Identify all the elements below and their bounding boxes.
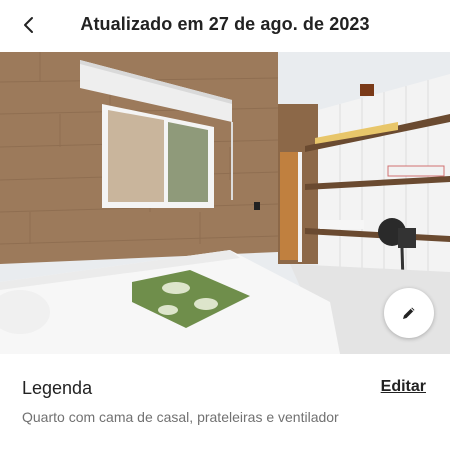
caption-section: Legenda Editar Quarto com cama de casal,…: [22, 378, 426, 425]
bedroom-photo[interactable]: [0, 52, 450, 354]
edit-caption-link[interactable]: Editar: [381, 378, 426, 396]
caption-heading: Legenda: [22, 378, 93, 398]
top-bar: Atualizado em 27 de ago. de 2023: [0, 0, 450, 52]
caption-text: Quarto com cama de casal, prateleiras e …: [22, 409, 339, 425]
pencil-icon: [403, 307, 415, 319]
edit-photo-button[interactable]: [384, 288, 434, 338]
page-title: Atualizado em 27 de ago. de 2023: [80, 14, 370, 34]
